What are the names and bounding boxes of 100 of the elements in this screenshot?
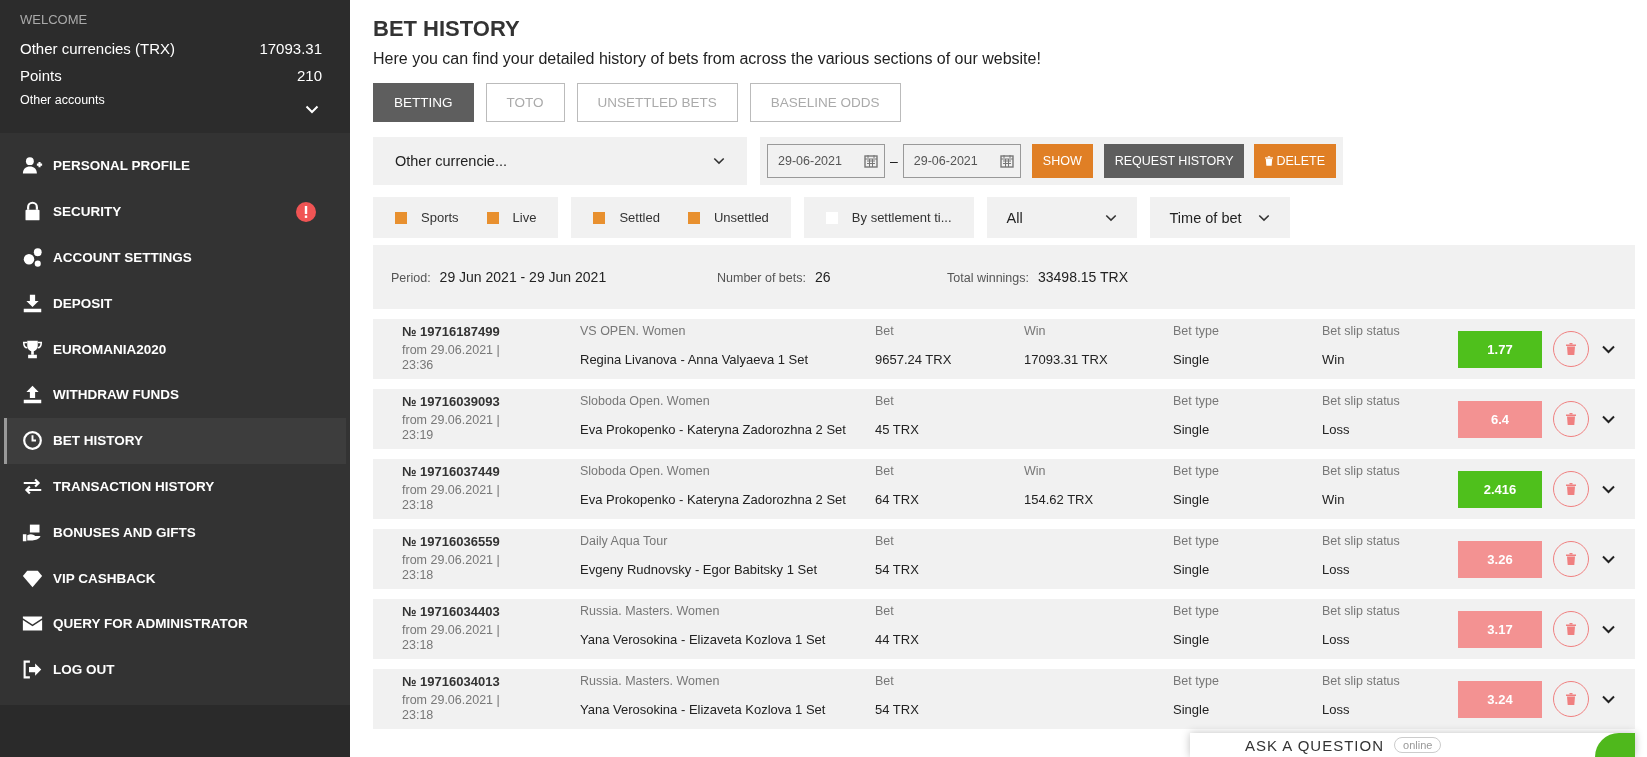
bet-number: № 19716039093 bbox=[402, 394, 501, 409]
menu-item[interactable]: WITHDRAW FUNDS bbox=[0, 372, 348, 418]
menu-item[interactable]: VIP CASHBACK bbox=[0, 555, 348, 601]
league-name: Russia. Masters. Women bbox=[580, 604, 721, 618]
calendar-icon[interactable] bbox=[864, 154, 878, 168]
bet-label: Bet bbox=[875, 604, 895, 618]
balance-value: 210 bbox=[296, 66, 322, 86]
upload-icon bbox=[22, 384, 43, 406]
win-label: Win bbox=[1024, 324, 1047, 338]
balance-label: Other currencies (TRX) bbox=[20, 39, 176, 59]
bet-label: Bet bbox=[875, 394, 895, 408]
menu-item[interactable]: TRANSACTION HISTORY bbox=[0, 463, 348, 510]
filter-select[interactable]: Time of bet bbox=[1149, 197, 1290, 238]
bet-status: Loss bbox=[1322, 632, 1351, 647]
event-name: Regina Livanova - Anna Valyaeva 1 Set bbox=[580, 352, 810, 367]
bet-status: Win bbox=[1322, 492, 1346, 507]
page-subtitle: Here you can find your detailed history of bets from across the various sections of our website! bbox=[373, 50, 1042, 68]
filter-checkbox[interactable]: Unsettled bbox=[687, 210, 769, 225]
filter-checkbox[interactable]: Sports bbox=[395, 210, 459, 225]
chevron-icon bbox=[1104, 213, 1117, 222]
menu-item[interactable]: LOG OUT bbox=[0, 646, 348, 693]
bet-type-label: Bet type bbox=[1173, 674, 1220, 688]
status-label: Bet slip status bbox=[1322, 604, 1401, 618]
summary-value: 26 bbox=[814, 269, 831, 285]
filter-select[interactable]: All bbox=[986, 197, 1137, 238]
bet-amount: 9657.24 TRX bbox=[875, 352, 953, 367]
menu-item[interactable]: DEPOSIT bbox=[0, 280, 348, 327]
chat-toggle-icon[interactable] bbox=[1595, 733, 1635, 757]
menu-item[interactable]: ACCOUNT SETTINGS bbox=[0, 234, 348, 281]
bet-status: Win bbox=[1322, 352, 1346, 367]
bet-label: Bet bbox=[875, 324, 895, 338]
menu-item[interactable]: SECURITY bbox=[0, 188, 348, 235]
bet-number: № 19716034013 bbox=[402, 674, 501, 689]
win-amount: 17093.31 TRX bbox=[1024, 352, 1109, 367]
bet-label: Bet bbox=[875, 674, 895, 688]
clock-icon bbox=[22, 430, 43, 452]
welcome-label: WELCOME bbox=[20, 12, 89, 27]
bet-type: Single bbox=[1173, 562, 1211, 577]
odds-badge: 6.4 bbox=[1458, 400, 1542, 438]
bet-number: № 19716034403 bbox=[402, 604, 501, 619]
chevron-icon[interactable] bbox=[1601, 414, 1616, 424]
odds-badge: 3.24 bbox=[1458, 680, 1542, 718]
event-name: Eva Prokopenko - Kateryna Zadorozhna 2 Set bbox=[580, 422, 847, 437]
menu-item[interactable]: EUROMANIA2020 bbox=[0, 326, 348, 372]
bet-number: № 19716187499 bbox=[402, 324, 501, 339]
bet-date: from 29.06.2021 | 23:18 bbox=[402, 693, 500, 723]
date-field[interactable]: 29-06-2021 bbox=[902, 144, 1021, 178]
chevron-icon bbox=[713, 157, 725, 165]
other-accounts-label: Other accounts bbox=[20, 93, 105, 107]
league-name: Sloboda Open. Women bbox=[580, 464, 711, 478]
filter-checkbox[interactable]: Live bbox=[486, 210, 537, 225]
filter-checkbox[interactable]: Settled bbox=[593, 210, 660, 225]
status-label: Bet slip status bbox=[1322, 324, 1401, 338]
menu-item[interactable]: QUERY FOR ADMINISTRATOR bbox=[0, 600, 348, 647]
bet-date: from 29.06.2021 | 23:18 bbox=[402, 623, 500, 653]
bet-amount: 45 TRX bbox=[875, 422, 920, 437]
event-name: Yana Verosokina - Elizaveta Kozlova 1 Set bbox=[580, 702, 827, 717]
menu-item[interactable]: BONUSES AND GIFTS bbox=[0, 509, 348, 556]
event-name: Eva Prokopenko - Kateryna Zadorozhna 2 Set bbox=[580, 492, 847, 507]
bet-type: Single bbox=[1173, 352, 1211, 367]
bet-label: Bet bbox=[875, 534, 895, 548]
status-label: Bet slip status bbox=[1322, 464, 1401, 478]
win-label: Win bbox=[1024, 464, 1047, 478]
bet-status: Loss bbox=[1322, 562, 1351, 577]
chevron-icon bbox=[1257, 213, 1270, 222]
chat-widget[interactable]: ASK A QUESTION online bbox=[1190, 733, 1635, 757]
chevron-icon[interactable] bbox=[1601, 484, 1616, 494]
tab[interactable]: BETTING bbox=[373, 83, 474, 122]
bet-number: № 19716037449 bbox=[402, 464, 501, 479]
date-field[interactable]: 29-06-2021 bbox=[767, 144, 885, 178]
league-name: Russia. Masters. Women bbox=[580, 674, 721, 688]
odds-badge: 3.17 bbox=[1458, 610, 1542, 648]
trash-icon bbox=[1265, 156, 1274, 166]
bet-number: № 19716036559 bbox=[402, 534, 501, 549]
bet-type: Single bbox=[1173, 422, 1211, 437]
balance-value: 17093.31 bbox=[259, 39, 322, 59]
bet-label: Bet bbox=[875, 464, 895, 478]
bet-type: Single bbox=[1173, 492, 1211, 507]
currency-select[interactable]: Other currencie... bbox=[373, 137, 747, 185]
page-title: BET HISTORY bbox=[373, 16, 521, 42]
bet-type: Single bbox=[1173, 632, 1211, 647]
bet-status: Loss bbox=[1322, 702, 1351, 717]
chevron-icon[interactable] bbox=[1601, 624, 1616, 634]
menu-item[interactable]: BET HISTORY bbox=[4, 417, 346, 464]
chevron-icon[interactable] bbox=[1601, 694, 1616, 704]
request-history-button[interactable]: REQUEST HISTORY bbox=[1103, 144, 1245, 178]
bet-amount: 44 TRX bbox=[875, 632, 920, 647]
bet-amount: 64 TRX bbox=[875, 492, 920, 507]
balance-label: Points bbox=[20, 66, 62, 86]
chevron-icon[interactable] bbox=[1601, 554, 1616, 564]
league-name: VS OPEN. Women bbox=[580, 324, 687, 338]
bet-date: from 29.06.2021 | 23:18 bbox=[402, 483, 500, 513]
menu-item[interactable]: PERSONAL PROFILE bbox=[0, 143, 348, 189]
chevron-icon[interactable] bbox=[1601, 344, 1616, 354]
bet-type: Single bbox=[1173, 702, 1211, 717]
event-name: Evgeny Rudnovsky - Egor Babitsky 1 Set bbox=[580, 562, 818, 577]
summary-value: 29 Jun 2021 - 29 Jun 2021 bbox=[439, 269, 607, 285]
calendar-icon[interactable] bbox=[999, 154, 1014, 168]
event-name: Yana Verosokina - Elizaveta Kozlova 1 Set bbox=[580, 632, 827, 647]
bet-type-label: Bet type bbox=[1173, 604, 1220, 618]
